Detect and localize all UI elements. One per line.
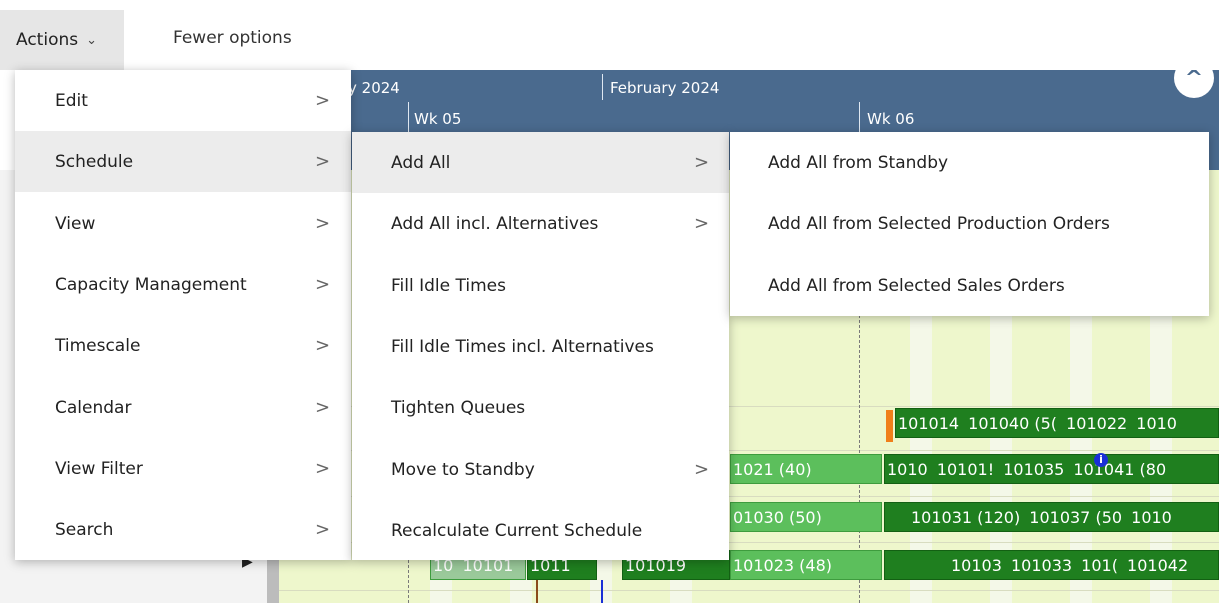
- bar-label: 101(: [1081, 556, 1118, 575]
- bar-label: 101042: [1127, 556, 1189, 575]
- menu-item-timescale[interactable]: Timescale >: [15, 315, 351, 376]
- actions-label: Actions: [16, 30, 79, 50]
- schedule-submenu: Add All > Add All incl. Alternatives > F…: [352, 132, 729, 560]
- bar-label: 1010: [1136, 414, 1177, 433]
- menu-item-search[interactable]: Search >: [15, 499, 351, 560]
- menu-item-label: Edit: [55, 90, 88, 111]
- menu-item-view[interactable]: View >: [15, 193, 351, 254]
- menu-item-label: View: [55, 213, 96, 234]
- bar-label: 10103: [951, 556, 1002, 575]
- menu-item-label: Calendar: [55, 397, 132, 418]
- bar-label: 101033: [1011, 556, 1073, 575]
- bar-label: 101040 (5(: [968, 414, 1057, 433]
- menu-item-edit[interactable]: Edit >: [15, 70, 351, 131]
- menu-item-fill-idle-times-incl-alternatives[interactable]: Fill Idle Times incl. Alternatives: [352, 316, 729, 377]
- bar-label: 10101!: [936, 460, 995, 479]
- menu-item-schedule[interactable]: Schedule >: [15, 131, 351, 192]
- scroll-up-button[interactable]: ^: [1172, 70, 1216, 100]
- menu-item-label: View Filter: [55, 458, 143, 479]
- menu-item-move-to-standby[interactable]: Move to Standby >: [352, 439, 729, 500]
- bar-label: 101014: [898, 414, 960, 433]
- bar-label: 101023 (48): [733, 556, 833, 575]
- operation-bar[interactable]: 101014 101040 (5( 101022 1010: [895, 408, 1219, 438]
- month-label-february: February 2024: [610, 79, 720, 97]
- menu-item-label: Add All: [391, 152, 451, 173]
- operation-bar[interactable]: 10103 101033 101( 101042: [884, 550, 1219, 580]
- operation-bar[interactable]: 101023 (48): [730, 550, 882, 580]
- chevron-right-icon: >: [315, 274, 331, 295]
- menu-item-label: Recalculate Current Schedule: [391, 520, 643, 541]
- fewer-options-button[interactable]: Fewer options: [173, 28, 292, 48]
- bar-label: 101022: [1066, 414, 1128, 433]
- info-icon[interactable]: i: [1094, 453, 1108, 467]
- menu-item-fill-idle-times[interactable]: Fill Idle Times: [352, 255, 729, 316]
- bar-label: 1010: [1131, 508, 1172, 527]
- menu-item-add-all[interactable]: Add All >: [352, 132, 729, 193]
- menu-item-calendar[interactable]: Calendar >: [15, 377, 351, 438]
- menu-item-label: Add All from Standby: [768, 152, 949, 173]
- menu-item-label: Add All from Selected Sales Orders: [768, 275, 1065, 296]
- menu-item-add-all-incl-alternatives[interactable]: Add All incl. Alternatives >: [352, 193, 729, 254]
- menu-item-add-all-from-selected-production-orders[interactable]: Add All from Selected Production Orders: [730, 193, 1209, 254]
- menu-item-label: Timescale: [55, 335, 141, 356]
- operation-bar[interactable]: 101031 (120) 101037 (50 1010: [884, 502, 1219, 532]
- menu-item-view-filter[interactable]: View Filter >: [15, 438, 351, 499]
- chevron-right-icon: >: [694, 459, 710, 480]
- menu-item-label: Fill Idle Times: [391, 275, 506, 296]
- actions-menu: Edit > Schedule > View > Capacity Manage…: [15, 70, 351, 560]
- bar-label: 1021 (40): [733, 460, 812, 479]
- chevron-right-icon: >: [315, 458, 331, 479]
- bar-label: 1010: [887, 460, 928, 479]
- menu-item-capacity-management[interactable]: Capacity Management >: [15, 254, 351, 315]
- warning-marker: [886, 410, 893, 442]
- menu-item-label: Schedule: [55, 151, 134, 172]
- chevron-right-icon: >: [315, 151, 331, 172]
- chevron-right-icon: >: [315, 213, 331, 234]
- bar-label: 101041 (80: [1073, 460, 1167, 479]
- chevron-right-icon: >: [315, 90, 331, 111]
- week-label-05: Wk 05: [414, 110, 462, 128]
- bar-label: 01030 (50): [733, 508, 822, 527]
- menu-item-label: Fill Idle Times incl. Alternatives: [391, 336, 654, 357]
- bar-label: 101037 (50: [1029, 508, 1123, 527]
- menu-item-add-all-from-standby[interactable]: Add All from Standby: [730, 132, 1209, 193]
- chevron-right-icon: >: [315, 519, 331, 540]
- menu-item-label: Search: [55, 519, 114, 540]
- operation-bar[interactable]: 1021 (40): [730, 454, 882, 484]
- menu-item-add-all-from-selected-sales-orders[interactable]: Add All from Selected Sales Orders: [730, 255, 1209, 316]
- menu-item-label: Add All from Selected Production Orders: [768, 213, 1110, 234]
- actions-button[interactable]: Actions ⌄: [0, 10, 124, 70]
- bar-label: 101035: [1003, 460, 1065, 479]
- chevron-right-icon: >: [315, 335, 331, 356]
- menu-item-tighten-queues[interactable]: Tighten Queues: [352, 377, 729, 438]
- operation-bar[interactable]: 1010 10101! 101035 101041 (80: [884, 454, 1219, 484]
- menu-item-label: Move to Standby: [391, 459, 535, 480]
- chevron-down-icon: ⌄: [86, 32, 98, 48]
- menu-item-label: Add All incl. Alternatives: [391, 213, 599, 234]
- chevron-right-icon: >: [694, 213, 710, 234]
- menu-item-label: Tighten Queues: [391, 397, 526, 418]
- week-label-06: Wk 06: [867, 110, 915, 128]
- menu-item-label: Capacity Management: [55, 274, 247, 295]
- month-label-january: y 2024: [348, 79, 400, 97]
- operation-bar[interactable]: 01030 (50): [730, 502, 882, 532]
- chevron-right-icon: >: [315, 397, 331, 418]
- chevron-right-icon: >: [694, 152, 710, 173]
- menu-item-recalculate-current-schedule[interactable]: Recalculate Current Schedule: [352, 500, 729, 561]
- bar-label: 101031 (120): [911, 508, 1021, 527]
- add-all-submenu: Add All from Standby Add All from Select…: [730, 132, 1209, 316]
- chevron-up-icon: ^: [1174, 70, 1214, 98]
